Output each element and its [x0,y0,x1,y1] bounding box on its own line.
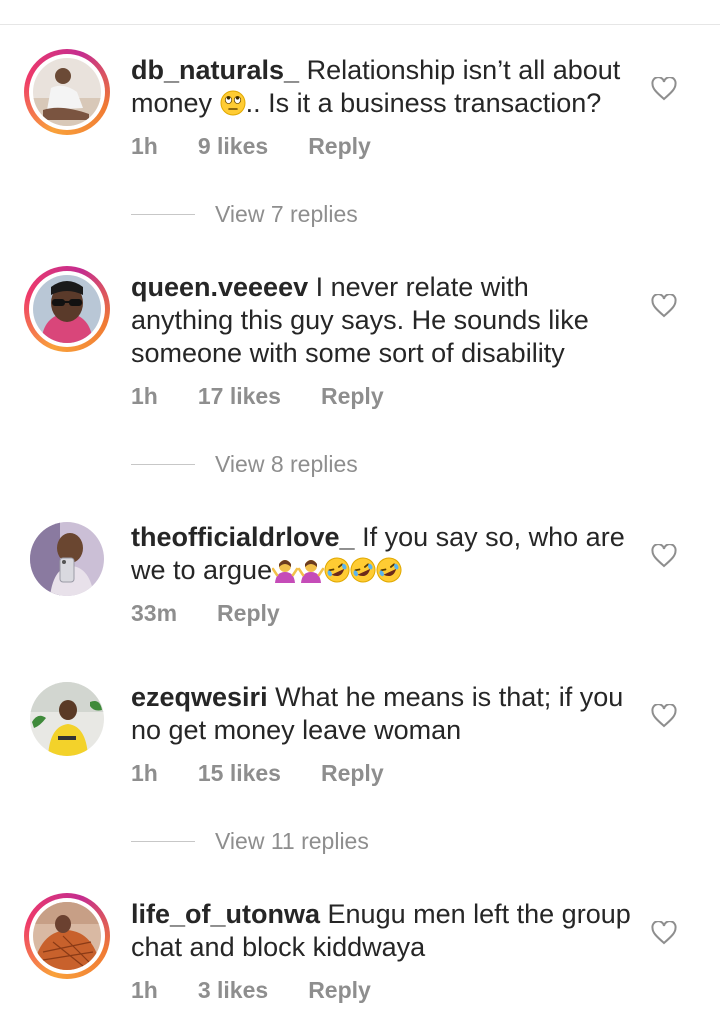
reply-button[interactable]: Reply [308,133,371,160]
comment-body-suffix: .. Is it a business transaction? [245,88,602,118]
comment-text: ezeqwesiri What he means is that; if you… [131,681,631,747]
comment-likes[interactable]: 17 likes [198,383,281,410]
heart-outline-icon[interactable] [651,77,677,101]
comment-time: 33m [131,600,178,626]
avatar[interactable] [30,682,104,756]
heart-outline-icon[interactable] [651,544,677,568]
comment-text: db_naturals_ Relationship isn’t all abou… [131,54,631,120]
reply-button[interactable]: Reply [217,600,280,627]
avatar-woman-white-outfit-icon [33,58,101,126]
heart-outline-icon[interactable] [651,294,677,318]
avatar-man-yellow-shirt-icon [30,682,104,756]
comment-time: 1h [131,760,158,786]
avatar[interactable] [24,893,110,979]
avatar-woman-sunglasses-icon [33,275,101,343]
comment-username[interactable]: life_of_utonwa [131,899,320,929]
comment-time: 1h [131,383,158,409]
heart-outline-icon[interactable] [651,921,677,945]
view-replies-line [131,463,195,465]
comment-likes[interactable]: 9 likes [198,133,268,160]
shrug-emoji [272,557,299,583]
rofl-emoji [324,557,350,583]
comment-meta: 1h 3 likes Reply [131,977,411,1004]
comment-username[interactable]: queen.veeeev [131,272,308,302]
comment-text: theofficialdrlove_ If you say so, who ar… [131,521,631,587]
avatar[interactable] [24,266,110,352]
reply-button[interactable]: Reply [321,383,384,410]
view-replies-label: View 11 replies [215,827,369,854]
heart-outline-icon[interactable] [651,704,677,728]
comment-text: life_of_utonwa Enugu men left the group … [131,898,631,964]
avatar-woman-orange-outfit-icon [33,902,101,970]
view-replies-line [131,213,195,215]
reply-button[interactable]: Reply [308,977,371,1004]
view-replies-label: View 8 replies [215,450,358,477]
comment-username[interactable]: ezeqwesiri [131,682,268,712]
avatar[interactable] [24,49,110,135]
shrug-emoji [298,557,325,583]
comment-username[interactable]: db_naturals_ [131,55,299,85]
reply-button[interactable]: Reply [321,760,384,787]
view-replies-button[interactable]: View 7 replies [131,199,358,229]
comment-meta: 1h 9 likes Reply [131,133,411,160]
view-replies-line [131,840,195,842]
comment-likes[interactable]: 3 likes [198,977,268,1004]
comment-time: 1h [131,133,158,159]
view-replies-button[interactable]: View 8 replies [131,449,358,479]
rofl-emoji [376,557,402,583]
comment-text: queen.veeeev I never relate with anythin… [131,271,631,370]
avatar-woman-phone-selfie-icon [30,522,104,596]
comment-likes[interactable]: 15 likes [198,760,281,787]
rofl-emoji [350,557,376,583]
rolling-eyes-emoji [220,90,246,116]
top-divider [0,24,720,25]
comment-username[interactable]: theofficialdrlove_ [131,522,355,552]
comment-meta: 1h 17 likes Reply [131,383,424,410]
comment-meta: 33m Reply [131,600,320,627]
comment-meta: 1h 15 likes Reply [131,760,424,787]
view-replies-button[interactable]: View 11 replies [131,826,369,856]
comment-time: 1h [131,977,158,1003]
view-replies-label: View 7 replies [215,200,358,227]
avatar[interactable] [30,522,104,596]
